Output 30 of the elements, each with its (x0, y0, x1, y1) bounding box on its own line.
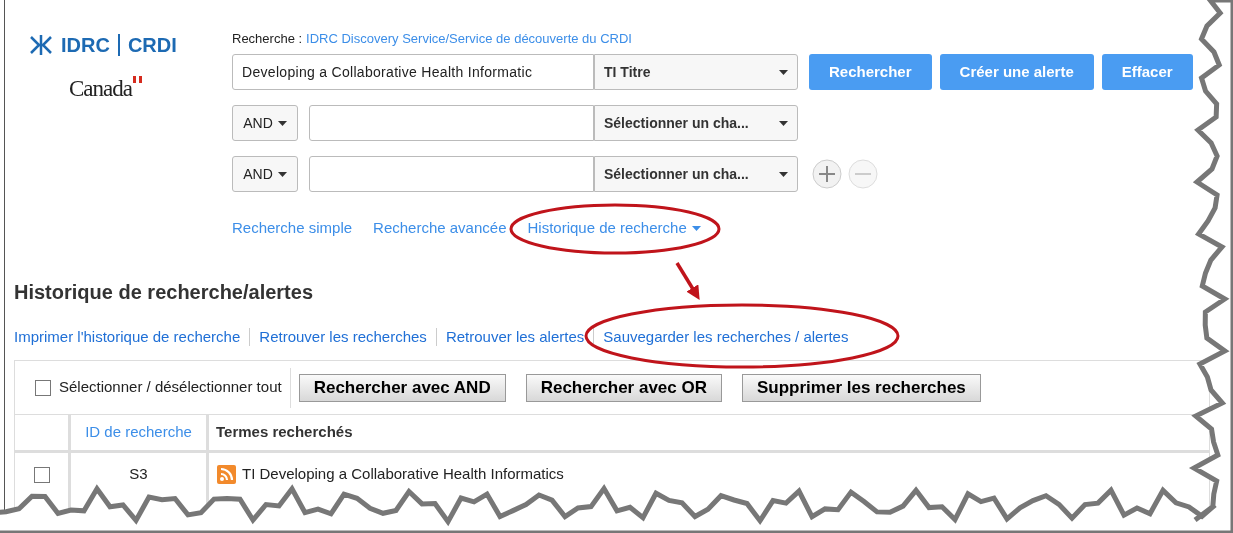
canada-wordmark: Canada (69, 75, 132, 103)
history-link[interactable]: Retrouver les recherches (259, 325, 427, 348)
history-link[interactable]: Imprimer l'historique de recherche (14, 325, 241, 348)
column-header[interactable]: ID de recherche (71, 415, 209, 450)
search-button[interactable]: Rechercher (809, 54, 932, 90)
toolbar-button[interactable]: Rechercher avec AND (298, 373, 506, 402)
logo-text: CRDI (127, 33, 177, 58)
search-button[interactable]: Effacer (1101, 54, 1193, 90)
field-dropdown[interactable]: Sélectionner un cha... (594, 105, 798, 141)
database-link[interactable]: IDRC Discovery Service/Service de découverte du CRDI (306, 30, 632, 48)
nav-link[interactable]: Historique de recherche (527, 217, 701, 240)
field-dropdown[interactable]: TI Titre (594, 54, 798, 90)
search-field[interactable]: Developing a Collaborative Health Informatic (232, 54, 594, 90)
toolbar-button[interactable]: Rechercher avec OR (525, 373, 722, 402)
search-button[interactable]: Créer une alerte (939, 54, 1094, 90)
table-cell-text: S3 (129, 464, 148, 484)
logo-text: IDRC (61, 33, 110, 58)
nav-link[interactable]: Recherche avancée (373, 217, 507, 240)
field-dropdown[interactable]: Sélectionner un cha... (594, 156, 798, 192)
history-link[interactable]: Sauvegarder les recherches / alertes (603, 325, 849, 348)
operator-dropdown[interactable]: AND (232, 105, 298, 141)
toolbar-button[interactable]: Supprimer les recherches (742, 373, 981, 402)
operator-dropdown[interactable]: AND (232, 156, 298, 192)
search-label: Recherche : (232, 30, 303, 48)
checkbox-label: Sélectionner / désélectionner tout (59, 377, 282, 398)
history-link[interactable]: Retrouver les alertes (445, 325, 585, 348)
table-cell-text: TI Developing a Collaborative Health Informatics (242, 464, 564, 484)
nav-link[interactable]: Recherche simple (232, 217, 353, 240)
column-header: Termes recherchés (215, 422, 354, 443)
section-heading: Historique de recherche/alertes (14, 279, 313, 304)
